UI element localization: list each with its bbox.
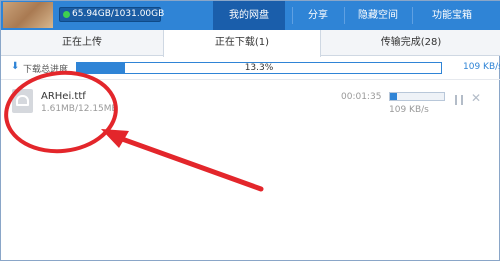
total-speed: 109 KB/s [463,62,500,72]
download-manager-window: 65.94GB/1031.00GB 我的网盘 分享 隐藏空间 功能宝箱 正在上传… [0,0,500,261]
file-icon-shape [16,95,29,106]
tab-toolbox[interactable]: 功能宝箱 [413,1,491,30]
storage-status-icon [63,11,70,18]
file-speed: 109 KB/s [389,105,429,115]
top-bar: 65.94GB/1031.00GB 我的网盘 分享 隐藏空间 功能宝箱 [1,1,500,30]
time-remaining: 00:01:35 [341,92,382,102]
down-arrow-icon: ⬇ [11,61,20,72]
tab-completed[interactable]: 传输完成(28) [321,30,500,56]
storage-quota: 65.94GB/1031.00GB [59,7,165,22]
tab-share[interactable]: 分享 [293,1,343,30]
file-size: 1.61MB/12.15MB [41,104,118,114]
storage-quota-text: 65.94GB/1031.00GB [72,9,165,19]
avatar[interactable] [3,2,53,28]
total-progress-bar: 13.3% [76,62,442,74]
tab-downloading[interactable]: 正在下载(1) [163,30,321,57]
tab-hidden-space[interactable]: 隐藏空间 [345,1,411,30]
total-progress-percent: 13.3% [244,63,274,73]
transfer-tabs: 正在上传 正在下载(1) 传输完成(28) [1,30,500,57]
annotation-arrow-line [108,132,264,192]
file-progress-bar [389,92,445,101]
close-icon[interactable]: ✕ [471,91,481,105]
file-progress-fill [390,93,398,100]
pause-icon[interactable] [455,95,463,105]
file-name: ARHei.ttf [41,91,86,102]
total-progress-label: 下载总进度 [23,65,69,75]
total-progress-row: ⬇ 下载总进度 13.3% 109 KB/s [1,57,500,80]
file-icon [12,89,33,113]
list-item[interactable]: ARHei.ttf 1.61MB/12.15MB 00:01:35 109 KB… [1,81,500,121]
annotation-arrow-head [101,129,129,148]
tab-uploading[interactable]: 正在上传 [1,30,163,56]
tab-my-disk[interactable]: 我的网盘 [213,1,285,30]
